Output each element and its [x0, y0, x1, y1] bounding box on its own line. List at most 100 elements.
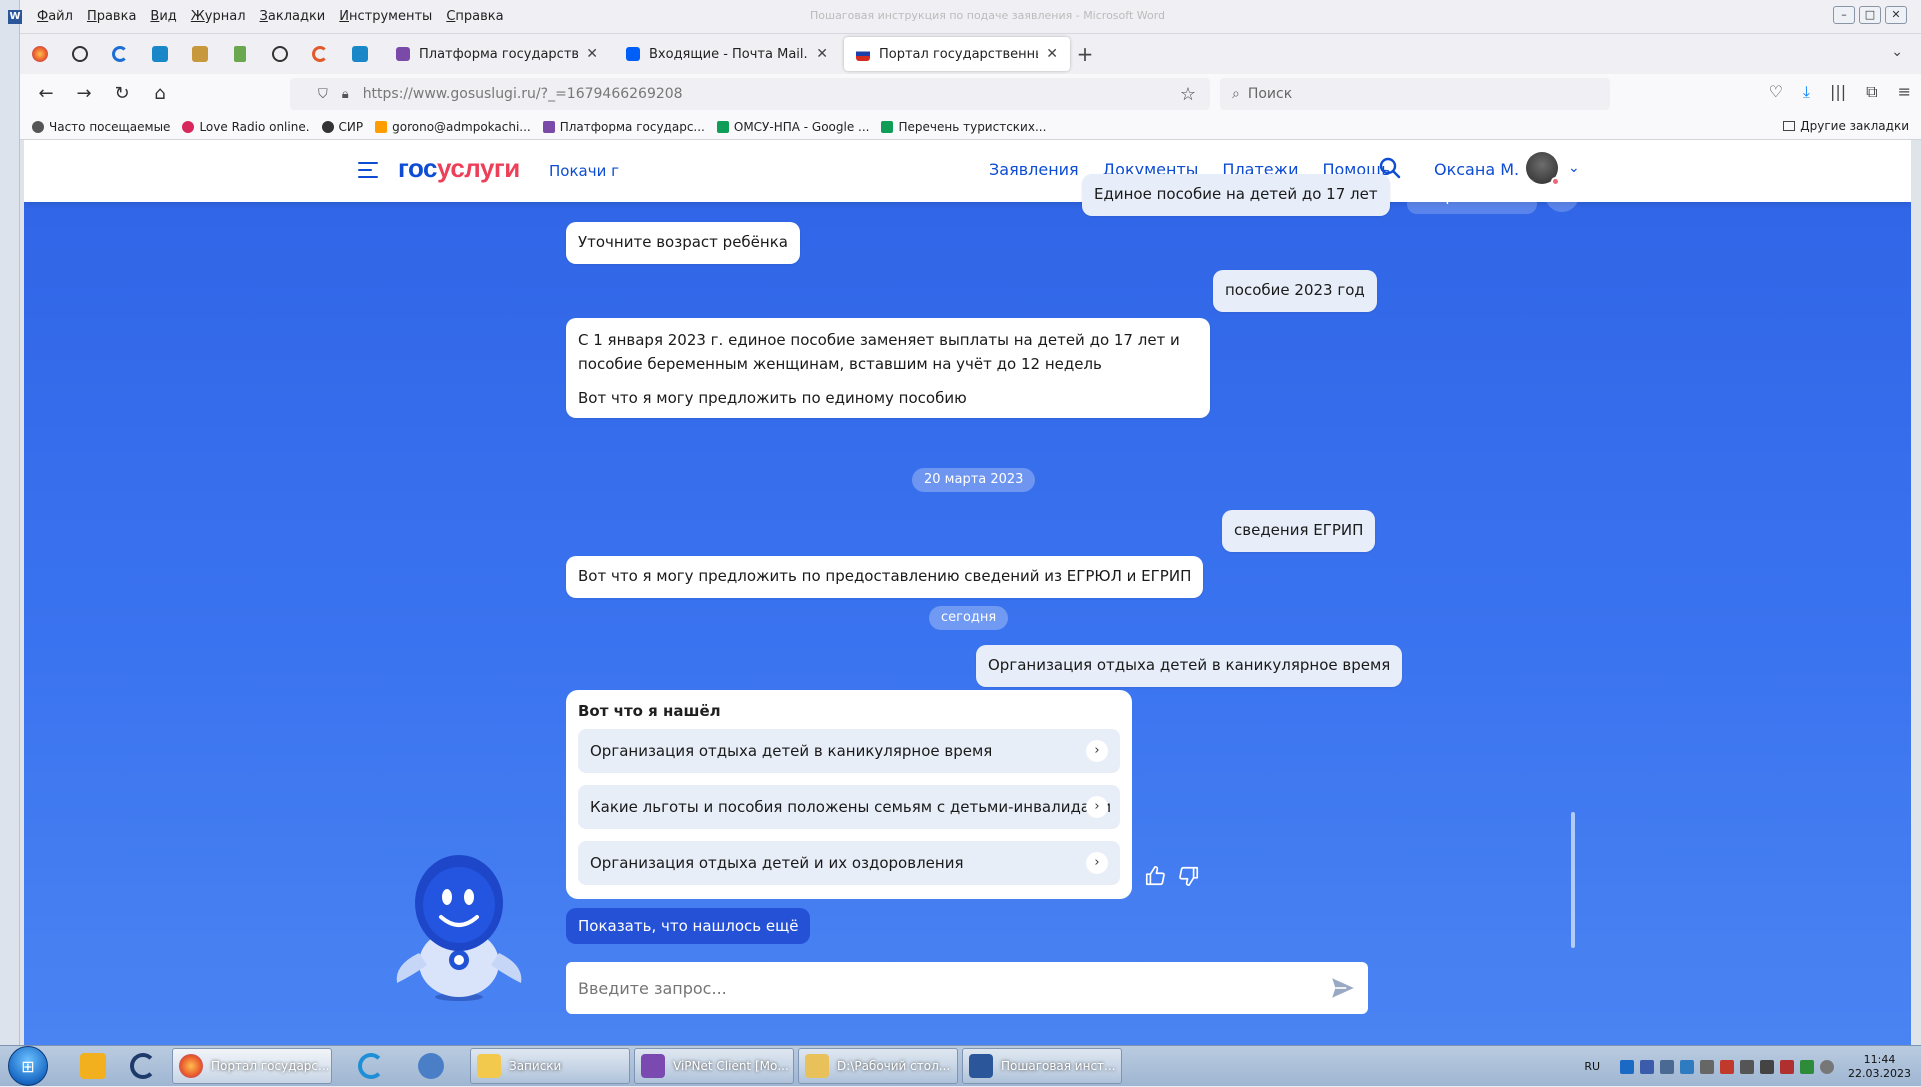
flag-icon[interactable] — [1780, 1059, 1795, 1074]
bookmark-platform[interactable]: Платформа государс... — [542, 120, 705, 134]
quicklaunch-ie[interactable] — [346, 1047, 396, 1085]
chat-scrollbar[interactable] — [1571, 812, 1575, 948]
chat-input-box[interactable] — [566, 962, 1368, 1014]
close-tab-icon[interactable]: ✕ — [586, 46, 598, 62]
start-button[interactable]: ⊞ — [8, 1046, 48, 1086]
taskbar-task-explorer[interactable]: D:\Рабочий стол... — [798, 1048, 958, 1084]
hamburger-menu-icon[interactable] — [358, 162, 378, 178]
address-bar[interactable]: ⛉ 🔒︎ https://www.gosuslugi.ru/?_=1679466… — [290, 78, 1210, 110]
home-icon[interactable]: ⌂ — [142, 80, 178, 108]
close-icon[interactable]: ✕ — [1545, 178, 1579, 212]
bookmark-tourist[interactable]: Перечень туристских... — [881, 120, 1046, 134]
chevron-down-icon[interactable]: ⌄ — [1568, 160, 1580, 176]
sheets-icon — [881, 120, 894, 133]
taskbar-task-notes[interactable]: Записки — [470, 1048, 630, 1084]
library-icon[interactable]: ||| — [1830, 82, 1846, 102]
keyboard-icon[interactable] — [1640, 1059, 1655, 1074]
result-label: Организация отдыха детей в каникулярное … — [590, 742, 993, 760]
show-more-button[interactable]: Показать, что нашлось ещё — [566, 908, 811, 944]
search-bar[interactable]: ⌕ Поиск — [1220, 78, 1610, 110]
menu-history[interactable]: Журнал — [191, 9, 246, 24]
pinned-tab-consultant[interactable] — [100, 38, 140, 70]
bookmark-love-radio[interactable]: Love Radio online. — [182, 120, 310, 134]
page-content: госуслуги Покачи г Заявления Документы П… — [24, 140, 1911, 1045]
tab-label: Платформа государственных — [419, 46, 579, 62]
maximize-button[interactable]: □ — [1859, 6, 1881, 24]
quicklaunch-crown[interactable] — [68, 1047, 118, 1085]
nav-applications[interactable]: Заявления — [989, 160, 1079, 179]
result-item[interactable]: Какие льготы и пособия положены семьям с… — [578, 785, 1120, 829]
pinned-tab-emblem[interactable] — [180, 38, 220, 70]
taskbar-task-word[interactable]: Пошаговая инст... — [962, 1048, 1122, 1084]
search-icon: ⌕ — [1232, 86, 1240, 102]
quicklaunch-mail[interactable] — [406, 1047, 456, 1085]
close-window-button[interactable]: ✕ — [1885, 6, 1907, 24]
new-tab-button[interactable]: + — [1070, 42, 1100, 66]
antivirus-icon[interactable] — [1800, 1059, 1815, 1074]
tab-platform[interactable]: Платформа государственных ✕ — [384, 37, 610, 71]
bookmark-gorono[interactable]: gorono@admpokachi... — [375, 120, 531, 134]
send-icon[interactable] — [1330, 975, 1356, 1001]
pinned-tab-e[interactable] — [300, 38, 340, 70]
region-selector[interactable]: Покачи г — [549, 162, 619, 180]
quicklaunch-consultant[interactable] — [118, 1047, 168, 1085]
pinned-tab-globe[interactable] — [60, 38, 100, 70]
printer-icon[interactable] — [1700, 1059, 1715, 1074]
menu-help[interactable]: Справка — [446, 9, 503, 24]
tab-mail[interactable]: Входящие - Почта Mail.ru ✕ — [614, 37, 840, 71]
close-tab-icon[interactable]: ✕ — [1046, 46, 1058, 62]
menu-icon[interactable]: ≡ — [1898, 82, 1911, 102]
tray-app-icon[interactable] — [1620, 1059, 1635, 1074]
pinned-tab-app[interactable] — [140, 38, 180, 70]
bookmark-star-icon[interactable]: ☆ — [1180, 84, 1196, 105]
result-item[interactable]: Организация отдыха детей и их оздоровлен… — [578, 841, 1120, 885]
close-tab-icon[interactable]: ✕ — [816, 46, 828, 62]
user-name[interactable]: Оксана М. — [1434, 160, 1519, 179]
taskbar-task-firefox[interactable]: Портал государс... — [172, 1048, 332, 1084]
chat-message-user: сведения ЕГРИП — [1222, 510, 1376, 552]
menu-file[interactable]: Файл — [37, 9, 73, 24]
pinned-tab-doc[interactable] — [220, 38, 260, 70]
pinned-tab-firefox[interactable] — [20, 38, 60, 70]
tab-gosuslugi[interactable]: Портал государственных услуг ✕ — [844, 37, 1070, 71]
bookmark-sir[interactable]: СИР — [321, 120, 363, 134]
minimize-button[interactable]: – — [1833, 6, 1855, 24]
thumbs-up-icon[interactable] — [1144, 865, 1166, 887]
menu-tools[interactable]: Инструменты — [339, 9, 432, 24]
chat-input[interactable] — [578, 978, 1298, 998]
other-bookmarks[interactable]: Другие закладки — [1783, 119, 1909, 133]
pinned-tab-app-2[interactable] — [340, 38, 380, 70]
extensions-icon[interactable]: ⧉ — [1866, 82, 1877, 102]
bookmark-omsu[interactable]: ОМСУ-НПА - Google ... — [716, 120, 869, 134]
language-indicator[interactable]: RU — [1584, 1060, 1600, 1073]
clock[interactable]: 11:44 22.03.2023 — [1848, 1053, 1911, 1081]
security-icon[interactable] — [1720, 1059, 1735, 1074]
bookmark-most-visited[interactable]: Часто посещаемые — [32, 120, 170, 134]
pinned-tab-globe-2[interactable] — [260, 38, 300, 70]
menu-view[interactable]: Вид — [150, 9, 176, 24]
message-text: Организация отдыха детей в каникулярное … — [988, 656, 1391, 674]
pocket-icon[interactable]: ♡ — [1769, 82, 1783, 102]
tray-app-icon[interactable] — [1740, 1059, 1755, 1074]
sir-icon — [321, 120, 334, 133]
menu-bookmarks[interactable]: Закладки — [260, 9, 326, 24]
reload-icon[interactable]: ↻ — [104, 80, 140, 108]
notes-icon — [477, 1054, 501, 1078]
network-icon[interactable] — [1660, 1059, 1675, 1074]
thumbs-down-icon[interactable] — [1178, 865, 1200, 887]
result-item[interactable]: Организация отдыха детей в каникулярное … — [578, 729, 1120, 773]
tray-app-icon[interactable] — [1680, 1059, 1695, 1074]
gosuslugi-logo[interactable]: госуслуги — [398, 153, 520, 184]
speaker-icon[interactable] — [1760, 1059, 1775, 1074]
message-text: Единое пособие на детей до 17 лет — [1094, 185, 1378, 203]
downloads-icon[interactable]: ⤓ — [1803, 82, 1810, 102]
forward-icon[interactable]: → — [66, 80, 102, 108]
list-all-tabs-icon[interactable]: ⌄ — [1891, 44, 1903, 60]
bookmark-label: gorono@admpokachi... — [392, 119, 531, 134]
taskbar-task-vipnet[interactable]: ViPNet Client [Мо... — [634, 1048, 794, 1084]
menu-edit[interactable]: Правка — [87, 9, 136, 24]
chat-message-user: Организация отдыха детей в каникулярное … — [976, 645, 1403, 687]
gear-icon[interactable] — [1820, 1059, 1835, 1074]
old-search-button[interactable]: Старый поиск — [1407, 178, 1538, 214]
back-icon[interactable]: ← — [28, 80, 64, 108]
